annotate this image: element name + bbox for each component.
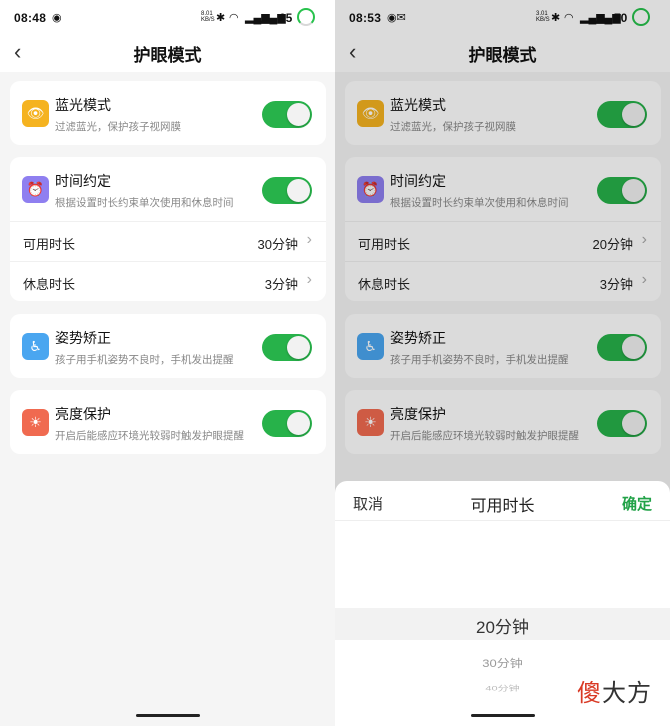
sun-icon: ☀ bbox=[22, 409, 49, 436]
alarm-clock-icon: ⏰ bbox=[22, 176, 49, 203]
status-time: 08:48 bbox=[14, 11, 47, 25]
brightness-card: ☀ 亮度保护 开启后能感应环境光较弱时触发护眼提醒 bbox=[10, 390, 326, 454]
time-limit-card: ⏰ 时间约定 根据设置时长约束单次使用和休息时间 可用时长 30分钟 › 休息时… bbox=[10, 157, 326, 301]
time-limit-toggle[interactable] bbox=[262, 177, 312, 204]
usable-duration-label: 可用时长 bbox=[23, 237, 76, 252]
usable-duration-row[interactable]: 可用时长 30分钟 › bbox=[10, 221, 326, 261]
brightness-title: 亮度保护 bbox=[55, 406, 111, 422]
posture-title: 姿势矫正 bbox=[55, 330, 111, 346]
right-screen: 08:53 ◉✉ 3.01 KB/S ✱ ◠ ▂▄▆ ▂▄▆ 70 ‹ 护眼模式… bbox=[335, 0, 670, 726]
time-limit-title: 时间约定 bbox=[55, 173, 111, 189]
battery-ring-icon bbox=[297, 8, 315, 26]
notification-icon: ◉ bbox=[52, 12, 62, 24]
rest-duration-value: 3分钟 bbox=[264, 277, 298, 292]
brightness-toggle[interactable] bbox=[262, 410, 312, 437]
home-indicator[interactable] bbox=[470, 714, 535, 717]
net-speed: 8.01 KB/S bbox=[201, 11, 215, 23]
nav-bar: ‹ 护眼模式 bbox=[0, 36, 335, 72]
rest-duration-row[interactable]: 休息时长 3分钟 › bbox=[10, 261, 326, 301]
watermark: 傻大方 bbox=[577, 680, 652, 707]
posture-desc: 孩子用手机姿势不良时，手机发出提醒 bbox=[55, 354, 234, 366]
time-limit-desc: 根据设置时长约束单次使用和休息时间 bbox=[55, 197, 234, 209]
posture-card: ♿ 姿势矫正 孩子用手机姿势不良时，手机发出提醒 bbox=[10, 314, 326, 378]
blue-light-toggle[interactable] bbox=[262, 101, 312, 128]
picker-title: 可用时长 bbox=[470, 498, 535, 515]
bluetooth-icon: ✱ bbox=[216, 12, 226, 24]
page-title: 护眼模式 bbox=[133, 46, 202, 65]
confirm-button[interactable]: 确定 bbox=[622, 493, 652, 514]
blue-light-card: 👁 蓝光模式 过滤蓝光，保护孩子视网膜 bbox=[10, 81, 326, 145]
chevron-right-icon: › bbox=[306, 231, 312, 248]
picker-option[interactable]: 30分钟 bbox=[335, 655, 670, 671]
usable-duration-value: 30分钟 bbox=[257, 237, 298, 252]
home-indicator[interactable] bbox=[135, 714, 200, 717]
battery-level: 65 bbox=[279, 11, 293, 25]
sitting-person-icon: ♿ bbox=[22, 333, 49, 360]
wifi-icon: ◠ bbox=[229, 12, 239, 24]
posture-toggle[interactable] bbox=[262, 334, 312, 361]
chevron-right-icon: › bbox=[306, 271, 312, 288]
rest-duration-label: 休息时长 bbox=[23, 277, 76, 292]
status-bar: 08:48 ◉ 8.01 KB/S ✱ ◠ ▂▄▆ ▂▄▆ 65 bbox=[0, 0, 335, 36]
brightness-desc: 开启后能感应环境光较弱时触发护眼提醒 bbox=[55, 430, 244, 442]
blue-light-title: 蓝光模式 bbox=[55, 97, 111, 113]
blue-light-desc: 过滤蓝光，保护孩子视网膜 bbox=[55, 121, 181, 133]
left-screen: 08:48 ◉ 8.01 KB/S ✱ ◠ ▂▄▆ ▂▄▆ 65 ‹ 护眼模式 … bbox=[0, 0, 335, 726]
duration-picker-sheet: 取消 可用时长 确定 20分钟 30分钟 40分钟 傻大方 bbox=[335, 481, 670, 726]
picker-option-selected[interactable]: 20分钟 bbox=[335, 613, 670, 638]
divider bbox=[335, 520, 670, 521]
eye-icon: 👁 bbox=[22, 100, 49, 127]
